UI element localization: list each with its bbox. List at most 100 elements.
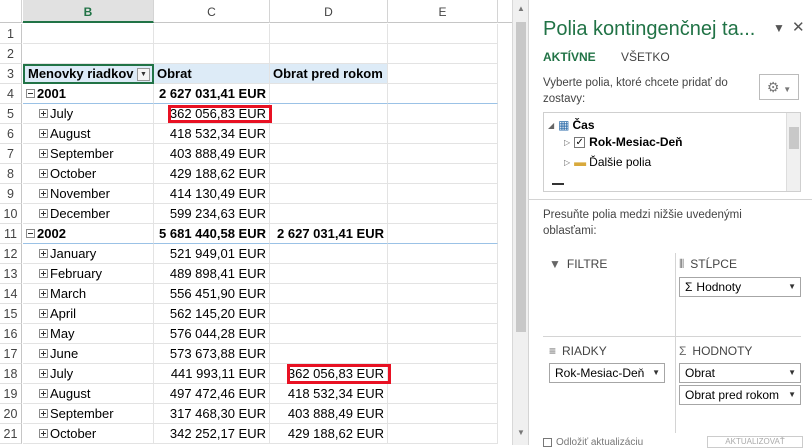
cell[interactable] xyxy=(388,124,498,144)
row-header[interactable]: 9 xyxy=(0,184,22,204)
row-header[interactable]: 3 xyxy=(0,64,22,84)
expand-triangle-icon[interactable]: ▷ xyxy=(564,158,570,167)
cell[interactable] xyxy=(388,264,498,284)
expand-icon[interactable] xyxy=(39,109,48,119)
obrat-cell[interactable]: 573 673,88 EUR xyxy=(154,344,270,364)
row-header[interactable]: 16 xyxy=(0,324,22,344)
obrat-pred-rokom-cell[interactable]: 362 056,83 EUR xyxy=(270,364,388,384)
column-header-e[interactable]: E xyxy=(388,0,498,23)
obrat-cell[interactable]: 5 681 440,58 EUR xyxy=(154,224,270,244)
values-chip-obrat[interactable]: Obrat ▼ xyxy=(679,363,801,383)
expand-icon[interactable] xyxy=(39,289,48,299)
spreadsheet-grid[interactable]: B C D E 1 2 3 Menovky riadkov ▼ Obrat Ob… xyxy=(0,0,512,445)
cell[interactable] xyxy=(23,24,154,44)
cell[interactable] xyxy=(388,84,498,104)
field-group-cas[interactable]: ◢ ▦ Čas xyxy=(548,118,595,132)
values-chip-obrat-pred-rokom[interactable]: Obrat pred rokom ▼ xyxy=(679,385,801,405)
row-header[interactable]: 11 xyxy=(0,224,22,244)
cell[interactable] xyxy=(388,324,498,344)
scroll-up-icon[interactable]: ▲ xyxy=(515,4,527,16)
rows-chip-rok-mesiac-den[interactable]: Rok-Mesiac-Deň ▼ xyxy=(549,363,665,383)
row-label-cell[interactable]: September xyxy=(23,404,154,424)
expand-icon[interactable] xyxy=(39,189,48,199)
column-header-d[interactable]: D xyxy=(270,0,388,23)
expand-icon[interactable] xyxy=(39,389,48,399)
obrat-pred-rokom-cell[interactable] xyxy=(270,104,388,124)
cell[interactable] xyxy=(388,424,498,444)
obrat-cell[interactable]: 497 472,46 EUR xyxy=(154,384,270,404)
obrat-pred-rokom-cell[interactable] xyxy=(270,324,388,344)
field-more-fields[interactable]: ▷ ▬ Ďalšie polia xyxy=(564,155,651,169)
expand-icon[interactable] xyxy=(39,409,48,419)
row-header[interactable]: 1 xyxy=(0,24,22,44)
row-header[interactable]: 17 xyxy=(0,344,22,364)
cell[interactable] xyxy=(388,164,498,184)
obrat-pred-rokom-cell[interactable] xyxy=(270,284,388,304)
row-label-cell[interactable]: September xyxy=(23,144,154,164)
cell[interactable] xyxy=(388,364,498,384)
obrat-pred-rokom-cell[interactable] xyxy=(270,84,388,104)
row-header[interactable]: 20 xyxy=(0,404,22,424)
row-header[interactable]: 21 xyxy=(0,424,22,444)
defer-update-checkbox[interactable]: Odložiť aktualizáciu xyxy=(543,437,643,448)
row-header[interactable]: 4 xyxy=(0,84,22,104)
obrat-cell[interactable]: 556 451,90 EUR xyxy=(154,284,270,304)
cell[interactable] xyxy=(154,24,270,44)
expand-triangle-icon[interactable]: ▷ xyxy=(564,138,570,147)
expand-icon[interactable] xyxy=(39,429,48,439)
obrat-pred-rokom-cell[interactable] xyxy=(270,164,388,184)
row-label-cell[interactable]: August xyxy=(23,384,154,404)
obrat-cell[interactable]: 429 188,62 EUR xyxy=(154,164,270,184)
column-header-b[interactable]: B xyxy=(23,0,154,23)
collapse-triangle-icon[interactable]: ◢ xyxy=(548,121,554,130)
row-header[interactable]: 14 xyxy=(0,284,22,304)
obrat-cell[interactable]: 342 252,17 EUR xyxy=(154,424,270,444)
row-label-cell[interactable]: February xyxy=(23,264,154,284)
expand-icon[interactable] xyxy=(39,369,48,379)
obrat-cell[interactable]: 562 145,20 EUR xyxy=(154,304,270,324)
resize-handle-icon[interactable] xyxy=(552,183,564,185)
obrat-cell[interactable]: 576 044,28 EUR xyxy=(154,324,270,344)
expand-icon[interactable] xyxy=(39,209,48,219)
expand-icon[interactable] xyxy=(39,309,48,319)
checkbox-checked-icon[interactable]: ✓ xyxy=(574,137,586,149)
field-rok-mesiac-den[interactable]: ▷ ✓ Rok-Mesiac-Deň xyxy=(564,135,683,149)
obrat-cell[interactable]: 489 898,41 EUR xyxy=(154,264,270,284)
cell[interactable] xyxy=(388,244,498,264)
row-header[interactable]: 13 xyxy=(0,264,22,284)
row-labels-header[interactable]: Menovky riadkov ▼ xyxy=(23,64,154,84)
obrat-cell[interactable]: 599 234,63 EUR xyxy=(154,204,270,224)
cell[interactable] xyxy=(270,44,388,64)
row-header[interactable]: 7 xyxy=(0,144,22,164)
row-header[interactable]: 18 xyxy=(0,364,22,384)
row-label-cell[interactable]: June xyxy=(23,344,154,364)
obrat-pred-rokom-cell[interactable] xyxy=(270,244,388,264)
expand-icon[interactable] xyxy=(39,329,48,339)
obrat-pred-rokom-cell[interactable]: 418 532,34 EUR xyxy=(270,384,388,404)
cell[interactable] xyxy=(388,184,498,204)
obrat-cell[interactable]: 441 993,11 EUR xyxy=(154,364,270,384)
cell[interactable] xyxy=(388,64,498,84)
row-label-cell[interactable]: July xyxy=(23,104,154,124)
cell[interactable] xyxy=(388,44,498,64)
obrat-pred-rokom-cell[interactable] xyxy=(270,264,388,284)
cell[interactable] xyxy=(388,384,498,404)
select-all-corner[interactable] xyxy=(0,0,22,23)
row-label-cell[interactable]: October xyxy=(23,424,154,444)
row-header[interactable]: 12 xyxy=(0,244,22,264)
obrat-pred-rokom-cell[interactable] xyxy=(270,124,388,144)
columns-chip-hodnoty[interactable]: Σ Hodnoty ▼ xyxy=(679,277,801,297)
cell[interactable] xyxy=(23,44,154,64)
obrat-pred-rokom-cell[interactable] xyxy=(270,204,388,224)
row-label-cell[interactable]: July xyxy=(23,364,154,384)
cell[interactable] xyxy=(388,344,498,364)
obrat-cell[interactable]: 362 056,83 EUR xyxy=(154,104,270,124)
obrat-cell[interactable]: 2 627 031,41 EUR xyxy=(154,84,270,104)
obrat-pred-rokom-cell[interactable]: 2 627 031,41 EUR xyxy=(270,224,388,244)
obrat-pred-rokom-cell[interactable]: 429 188,62 EUR xyxy=(270,424,388,444)
obrat-cell[interactable]: 414 130,49 EUR xyxy=(154,184,270,204)
row-label-cell[interactable]: May xyxy=(23,324,154,344)
cell[interactable] xyxy=(388,404,498,424)
obrat-pred-rokom-cell[interactable]: 403 888,49 EUR xyxy=(270,404,388,424)
row-header[interactable]: 19 xyxy=(0,384,22,404)
